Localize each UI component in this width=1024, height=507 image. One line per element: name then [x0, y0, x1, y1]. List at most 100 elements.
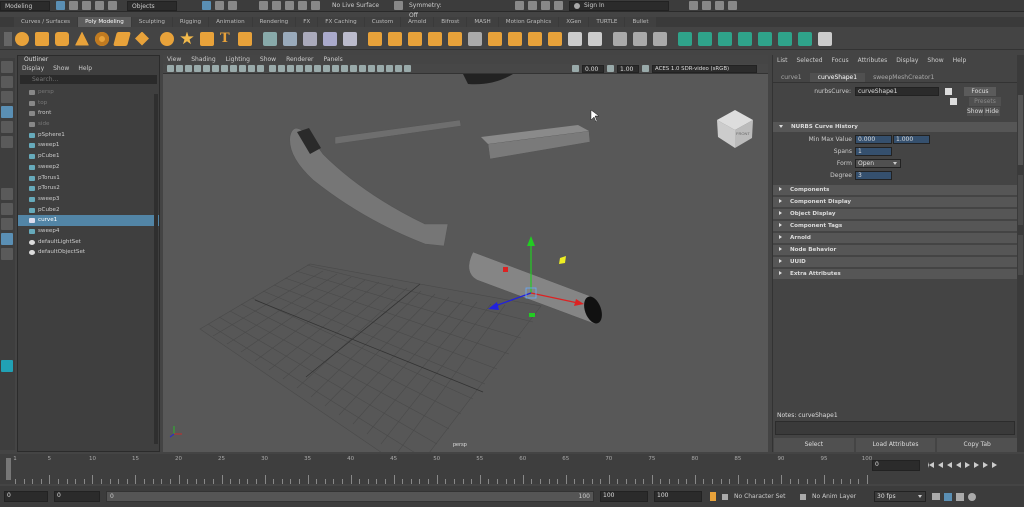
outliner-item-sweep1[interactable]: sweep1	[18, 140, 159, 151]
object-select-icon[interactable]	[215, 1, 224, 10]
multisample-icon[interactable]	[341, 65, 348, 72]
step-back-frame-icon[interactable]	[947, 462, 952, 468]
scale-tool-icon[interactable]	[1, 136, 13, 148]
wireframe-on-shaded-icon[interactable]	[287, 65, 294, 72]
tab-curveshape1[interactable]: curveShape1	[809, 73, 866, 82]
step-forward-key-icon[interactable]	[983, 462, 988, 468]
max-value-field[interactable]: 1.000	[893, 135, 930, 144]
sweep-mesh-icon[interactable]	[200, 31, 214, 46]
ae-menu-attributes[interactable]: Attributes	[858, 57, 888, 64]
degree-field[interactable]: 3	[855, 171, 892, 180]
go-to-output-icon[interactable]	[950, 98, 957, 105]
camera-attributes-icon[interactable]	[176, 65, 183, 72]
attribute-editor-side-tab[interactable]	[1018, 95, 1023, 165]
soften-edge-icon[interactable]	[678, 31, 692, 46]
color-management-icon[interactable]	[642, 65, 649, 72]
single-view-icon[interactable]	[1, 188, 13, 200]
section-component-tags[interactable]: Component Tags	[773, 221, 1017, 231]
select-button[interactable]: Select	[774, 438, 854, 452]
selection-mode-dropdown[interactable]: Objects	[127, 0, 177, 11]
svg-tool-icon[interactable]	[238, 31, 252, 46]
gamma-field[interactable]: 1.00	[617, 64, 639, 73]
outliner-item-defaultlightset[interactable]: defaultLightSet	[18, 237, 159, 248]
target-weld-icon[interactable]	[548, 31, 562, 46]
go-to-start-icon[interactable]	[928, 462, 934, 468]
go-to-input-icon[interactable]	[945, 88, 952, 95]
range-slider[interactable]: 0 100	[106, 491, 594, 502]
shelf-tab-curves-surfaces[interactable]: Curves / Surfaces	[14, 17, 78, 27]
wireframe-icon[interactable]	[269, 65, 276, 72]
image-plane-icon[interactable]	[194, 65, 201, 72]
exposure-field[interactable]: 0.00	[582, 64, 604, 73]
channel-box-toggle-icon[interactable]	[728, 1, 737, 10]
super-shape-icon[interactable]	[180, 31, 194, 45]
component-select-icon[interactable]	[228, 1, 237, 10]
backface-icon[interactable]	[386, 65, 393, 72]
ipr-render-icon[interactable]	[528, 1, 537, 10]
shelf-tab-mash[interactable]: MASH	[467, 17, 498, 27]
hud-icon[interactable]	[404, 65, 411, 72]
make-live-icon[interactable]	[311, 1, 320, 10]
outliner-item-ptorus2[interactable]: pTorus2	[18, 183, 159, 194]
viewport-menu-view[interactable]: View	[167, 56, 181, 63]
snap-grid-icon[interactable]	[259, 1, 268, 10]
sign-in-dropdown[interactable]: Sign In	[569, 0, 669, 11]
reduce-icon[interactable]	[738, 31, 752, 46]
outliner-item-sweep2[interactable]: sweep2	[18, 162, 159, 173]
paint-select-icon[interactable]	[1, 91, 13, 103]
outliner-item-ptorus1[interactable]: pTorus1	[18, 173, 159, 184]
ae-menu-show[interactable]: Show	[927, 57, 943, 64]
hide-button[interactable]: Hide	[984, 107, 1000, 116]
planar-map-icon[interactable]	[633, 31, 647, 46]
attribute-editor-toggle-icon[interactable]	[702, 1, 711, 10]
move-tool-icon[interactable]	[1, 106, 13, 118]
outliner-scrollbar[interactable]	[154, 94, 158, 444]
four-view-icon[interactable]	[1, 203, 13, 215]
step-forward-frame-icon[interactable]	[974, 462, 979, 468]
rotate-tool-icon[interactable]	[1, 121, 13, 133]
extrude-icon[interactable]	[368, 31, 382, 46]
textured-icon[interactable]	[296, 65, 303, 72]
side-by-side-icon[interactable]	[1, 218, 13, 230]
section-component-display[interactable]: Component Display	[773, 197, 1017, 207]
grid-icon[interactable]	[203, 65, 210, 72]
end-time-field[interactable]: 100	[654, 491, 702, 502]
select-tool-icon[interactable]	[1, 61, 13, 73]
zoom-icon[interactable]	[1, 248, 13, 260]
form-dropdown[interactable]: Open	[855, 159, 901, 168]
poly-disc-icon[interactable]	[135, 31, 149, 46]
poly-sphere-icon[interactable]	[15, 31, 29, 46]
film-gate-icon[interactable]	[212, 65, 219, 72]
symmetry-dropdown[interactable]: Symmetry: Off	[405, 0, 455, 19]
shadows-icon[interactable]	[314, 65, 321, 72]
insert-edge-loop-icon[interactable]	[568, 31, 582, 46]
append-polygon-icon[interactable]	[428, 31, 442, 46]
modeling-toolkit-side-tab[interactable]	[1018, 175, 1023, 225]
platonic-solid-icon[interactable]	[160, 31, 174, 46]
outliner-layout-icon[interactable]	[1, 233, 13, 245]
isolate-select-icon[interactable]	[359, 65, 366, 72]
separate-icon[interactable]	[283, 31, 297, 46]
min-value-field[interactable]: 0.000	[855, 135, 892, 144]
conform-icon[interactable]	[718, 31, 732, 46]
quadrangulate-icon[interactable]	[778, 31, 792, 46]
open-scene-icon[interactable]	[69, 1, 78, 10]
smooth-icon[interactable]	[303, 31, 317, 46]
view-transform-dropdown[interactable]: ACES 1.0 SDR-video (sRGB)	[652, 64, 757, 73]
safe-title-icon[interactable]	[257, 65, 264, 72]
poly-cube-icon[interactable]	[35, 31, 49, 46]
auto-key-icon[interactable]	[710, 492, 716, 501]
copy-tab-button[interactable]: Copy Tab	[937, 438, 1018, 452]
shelf-tab-poly-modeling[interactable]: Poly Modeling	[78, 17, 131, 27]
modeling-toolkit-icon[interactable]	[689, 1, 698, 10]
character-set-dropdown[interactable]: No Character Set	[734, 493, 798, 500]
collapse-icon[interactable]	[508, 31, 522, 46]
poly-torus-icon[interactable]	[95, 31, 109, 46]
shelf-tab-custom[interactable]: Custom	[364, 17, 401, 27]
focus-button[interactable]: Focus	[964, 87, 996, 96]
viewport-menu-shading[interactable]: Shading	[191, 56, 215, 63]
outliner-item-defaultobjectset[interactable]: defaultObjectSet	[18, 247, 159, 258]
new-scene-icon[interactable]	[56, 1, 65, 10]
current-time-indicator[interactable]	[6, 458, 11, 480]
outliner-menu-help[interactable]: Help	[78, 65, 92, 72]
